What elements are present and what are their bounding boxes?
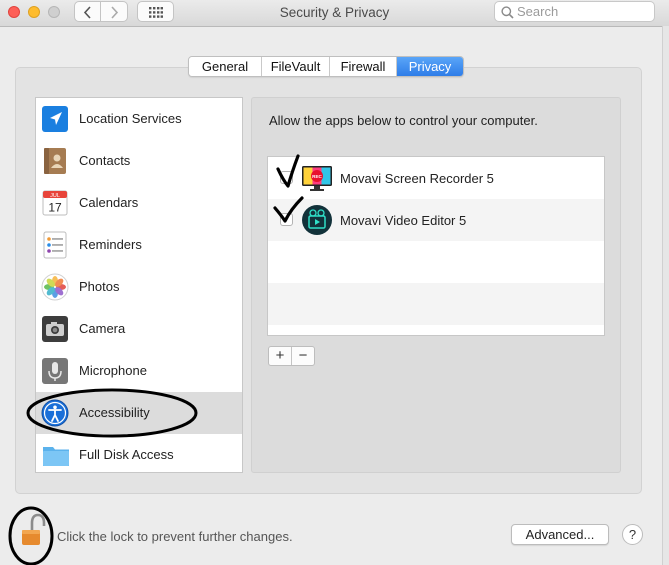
sidebar-item-location-services[interactable]: Location Services	[36, 98, 242, 140]
svg-text:REC: REC	[312, 174, 322, 179]
tab-filevault[interactable]: FileVault	[262, 57, 330, 76]
microphone-icon	[42, 358, 68, 384]
unlocked-padlock-icon[interactable]	[20, 511, 46, 549]
svg-text:17: 17	[48, 201, 62, 215]
sidebar-item-label: Accessibility	[79, 405, 150, 420]
reminders-list-icon	[43, 231, 67, 259]
location-arrow-icon	[42, 106, 68, 132]
allowed-apps-list: REC Movavi Screen Recorder 5 Movavi Vide…	[267, 156, 605, 336]
video-editor-icon	[302, 205, 332, 235]
sidebar-item-label: Full Disk Access	[79, 447, 174, 462]
sidebar-item-full-disk-access[interactable]: Full Disk Access	[36, 434, 242, 476]
remove-app-button[interactable]: −	[292, 347, 314, 365]
lock-status-text: Click the lock to prevent further change…	[57, 529, 293, 544]
tab-privacy[interactable]: Privacy	[397, 57, 463, 76]
search-field[interactable]	[494, 1, 655, 22]
tab-bar: General FileVault Firewall Privacy	[188, 56, 464, 77]
panel-instruction: Allow the apps below to control your com…	[269, 113, 538, 128]
sidebar-item-calendars[interactable]: JUL 17 Calendars	[36, 182, 242, 224]
sidebar-item-photos[interactable]: Photos	[36, 266, 242, 308]
search-icon	[501, 6, 514, 19]
folder-icon	[43, 447, 69, 466]
contacts-book-icon	[44, 148, 66, 174]
sidebar-item-label: Location Services	[79, 111, 182, 126]
app-row-screen-recorder[interactable]: REC Movavi Screen Recorder 5	[268, 157, 604, 199]
camera-icon	[42, 316, 68, 342]
sidebar-item-reminders[interactable]: Reminders	[36, 224, 242, 266]
advanced-button[interactable]: Advanced...	[511, 524, 609, 545]
sidebar-item-label: Microphone	[79, 363, 147, 378]
app-row-video-editor[interactable]: Movavi Video Editor 5	[268, 199, 604, 241]
privacy-category-list: Location Services Contacts JUL 17 Calend…	[35, 97, 243, 473]
sidebar-item-label: Camera	[79, 321, 126, 336]
sidebar-item-label: Photos	[79, 279, 120, 294]
sidebar-item-label: Calendars	[79, 195, 139, 210]
tab-firewall[interactable]: Firewall	[330, 57, 397, 76]
sidebar-item-label: Contacts	[79, 153, 131, 168]
add-app-button[interactable]: +	[269, 347, 292, 365]
app-name: Movavi Video Editor 5	[340, 213, 467, 228]
sidebar-item-accessibility[interactable]: Accessibility	[36, 392, 242, 434]
app-checkbox[interactable]	[280, 213, 293, 226]
photos-flower-icon	[41, 273, 69, 301]
empty-row	[268, 283, 604, 325]
app-checkbox[interactable]	[280, 171, 293, 184]
window-edge	[662, 26, 669, 565]
search-input[interactable]	[517, 3, 649, 20]
app-name: Movavi Screen Recorder 5	[340, 171, 494, 186]
sidebar-item-contacts[interactable]: Contacts	[36, 140, 242, 182]
sidebar-item-microphone[interactable]: Microphone	[36, 350, 242, 392]
title-bar: Security & Privacy	[0, 0, 669, 27]
tab-general[interactable]: General	[189, 57, 262, 76]
sidebar-item-camera[interactable]: Camera	[36, 308, 242, 350]
accessibility-person-icon	[41, 399, 69, 427]
svg-text:JUL: JUL	[50, 193, 60, 199]
calendar-icon: JUL 17	[42, 190, 68, 216]
sidebar-item-label: Reminders	[79, 237, 142, 252]
help-button[interactable]: ?	[622, 524, 643, 545]
empty-row	[268, 241, 604, 283]
add-remove-buttons: + −	[268, 346, 315, 366]
screen-recorder-icon: REC	[302, 166, 332, 191]
